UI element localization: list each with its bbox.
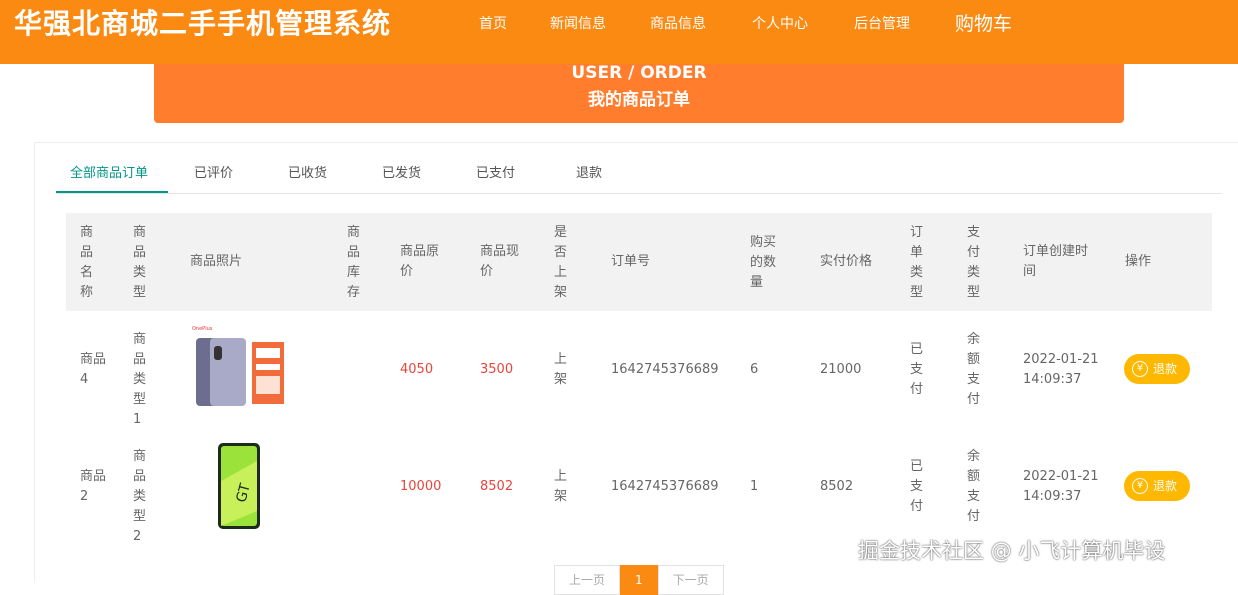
refund-button-label: 退款 <box>1153 362 1178 376</box>
cell-product-type: 商品类型1 <box>133 332 147 427</box>
product-photo: OnePlus <box>190 324 290 414</box>
cell-pay-type: 余额支付 <box>967 449 981 524</box>
cell-product-name: 商品4 <box>80 352 107 387</box>
cell-created-time: 2022-01-21 14:09:37 <box>1023 352 1099 387</box>
cell-current-price: 8502 <box>480 479 514 494</box>
product-photo: GT <box>190 441 290 531</box>
refund-button[interactable]: ¥ 退款 <box>1124 354 1190 384</box>
cell-quantity: 1 <box>750 479 759 494</box>
nav-products[interactable]: 商品信息 <box>650 14 706 34</box>
th-current-price: 商品现价 <box>480 244 520 279</box>
active-tab-indicator <box>56 191 168 193</box>
svg-text:OnePlus: OnePlus <box>192 326 213 332</box>
yen-coin-icon: ¥ <box>1132 478 1148 494</box>
th-order-no: 订单号 <box>611 254 651 269</box>
th-quantity: 购买的数量 <box>750 235 777 290</box>
cell-order-no: 1642745376689 <box>611 362 719 377</box>
watermark: 掘金技术社区 @ 小飞计算机毕设 <box>858 539 1166 563</box>
refund-button-label: 退款 <box>1153 479 1178 493</box>
cell-paid-price: 8502 <box>820 479 854 494</box>
cell-order-no: 1642745376689 <box>611 479 719 494</box>
nav-home[interactable]: 首页 <box>479 14 507 34</box>
th-order-type: 订单类型 <box>910 225 924 300</box>
page-banner: USER / ORDER 我的商品订单 <box>154 64 1124 123</box>
nav-cart[interactable]: 购物车 <box>955 10 1012 38</box>
cell-product-name: 商品2 <box>80 469 107 504</box>
pagination: 上一页 1 下一页 <box>554 565 724 595</box>
cell-paid-price: 21000 <box>820 362 862 377</box>
site-title: 华强北商城二手手机管理系统 <box>14 7 392 40</box>
th-action: 操作 <box>1125 254 1152 269</box>
prev-page-button[interactable]: 上一页 <box>554 565 621 595</box>
table-row: 商品4 商品类型1 OnePlus 4050 3500 上架 164274537… <box>66 312 1212 429</box>
banner-english-title: USER / ORDER <box>571 63 707 83</box>
th-product-type: 商品类型 <box>133 225 147 300</box>
th-original-price: 商品原价 <box>400 244 440 279</box>
table-header: 商品名称 商品类型 商品照片 商品库存 商品原价 商品现价 是否上架 订单号 购… <box>66 213 1212 311</box>
order-tabs: 全部商品订单 已评价 已收货 已发货 已支付 退款 <box>56 160 1222 194</box>
tab-all-orders[interactable]: 全部商品订单 <box>70 164 148 184</box>
cell-order-type: 已支付 <box>910 342 924 397</box>
cell-product-type: 商品类型2 <box>133 449 147 544</box>
th-product-name: 商品名称 <box>80 225 94 300</box>
tab-refund[interactable]: 退款 <box>576 164 602 184</box>
top-navbar: 华强北商城二手手机管理系统 首页 新闻信息 商品信息 个人中心 后台管理 购物车 <box>0 0 1238 64</box>
next-page-button[interactable]: 下一页 <box>657 565 724 595</box>
th-created-time: 订单创建时间 <box>1023 244 1089 279</box>
th-product-photo: 商品照片 <box>190 254 243 269</box>
tab-reviewed[interactable]: 已评价 <box>194 164 233 184</box>
refund-button[interactable]: ¥ 退款 <box>1124 471 1190 501</box>
cell-quantity: 6 <box>750 362 759 377</box>
cell-pay-type: 余额支付 <box>967 332 981 407</box>
nav-admin[interactable]: 后台管理 <box>854 14 910 34</box>
page-number-current[interactable]: 1 <box>620 565 658 595</box>
cell-current-price: 3500 <box>480 362 514 377</box>
th-listed: 是否上架 <box>554 225 568 300</box>
nav-news[interactable]: 新闻信息 <box>550 14 606 34</box>
banner-chinese-title: 我的商品订单 <box>588 90 690 110</box>
cell-order-type: 已支付 <box>910 459 924 514</box>
yen-coin-icon: ¥ <box>1132 361 1148 377</box>
cell-created-time: 2022-01-21 14:09:37 <box>1023 469 1099 504</box>
cell-original-price: 4050 <box>400 362 434 377</box>
cell-listed: 上架 <box>554 469 568 504</box>
th-paid-price: 实付价格 <box>820 254 873 269</box>
nav-profile[interactable]: 个人中心 <box>752 14 808 34</box>
tab-shipped[interactable]: 已发货 <box>382 164 421 184</box>
cell-original-price: 10000 <box>400 479 442 494</box>
th-pay-type: 支付类型 <box>967 225 981 300</box>
th-stock: 商品库存 <box>347 225 361 300</box>
tab-paid[interactable]: 已支付 <box>476 164 515 184</box>
table-row: 商品2 商品类型2 GT 10000 8502 上架 1642745376689… <box>66 429 1212 546</box>
tab-received[interactable]: 已收货 <box>288 164 327 184</box>
cell-listed: 上架 <box>554 352 568 387</box>
